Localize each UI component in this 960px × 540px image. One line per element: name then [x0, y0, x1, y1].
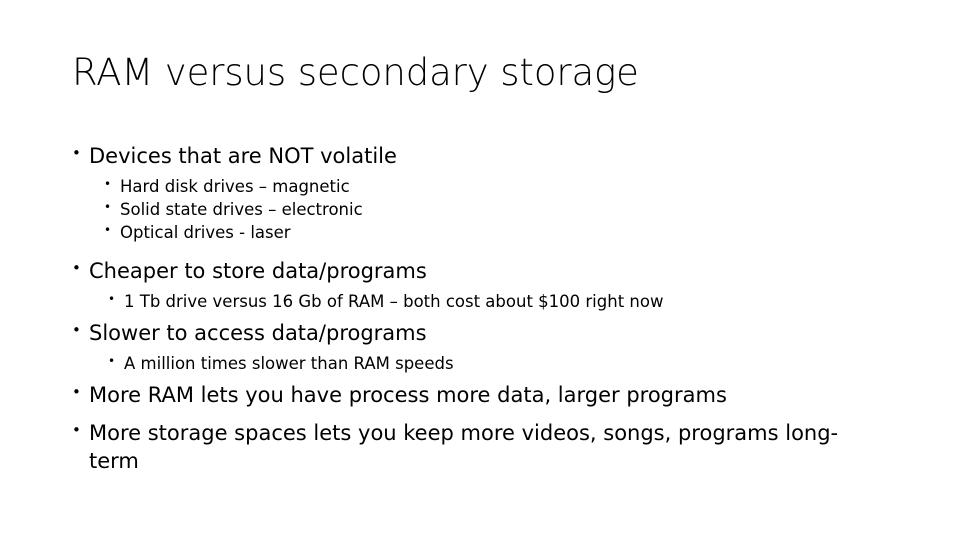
bullet-text-line-2: term	[89, 449, 139, 474]
bullet-item-slower-to-access: • Slower to access data/programs	[72, 319, 888, 347]
bullet-item-million-times-slower: • A million times slower than RAM speeds	[72, 353, 888, 375]
bullet-item-solid-state-drives: • Solid state drives – electronic	[72, 199, 888, 221]
bullet-text: 1 Tb drive versus 16 Gb of RAM – both co…	[124, 292, 664, 312]
bullet-item-more-ram: • More RAM lets you have process more da…	[72, 381, 888, 409]
bullet-text: Hard disk drives – magnetic	[120, 177, 350, 197]
bullet-marker-icon: •	[72, 421, 81, 440]
bullet-text: A million times slower than RAM speeds	[124, 354, 454, 374]
bullet-text: More storage spaces lets you keep more v…	[89, 419, 888, 475]
bullet-item-devices-not-volatile: • Devices that are NOT volatile	[72, 142, 888, 170]
bullet-item-cheaper-to-store: • Cheaper to store data/programs	[72, 257, 888, 285]
bullet-marker-icon: •	[104, 200, 112, 215]
slide-body: • Devices that are NOT volatile • Hard d…	[72, 142, 888, 475]
bullet-text-line-1: More storage spaces lets you keep more v…	[89, 421, 839, 446]
bullet-marker-icon: •	[72, 258, 81, 277]
bullet-item-hard-disk-drives: • Hard disk drives – magnetic	[72, 176, 888, 198]
bullet-item-more-storage-spaces: • More storage spaces lets you keep more…	[72, 419, 888, 475]
bullet-marker-icon: •	[104, 177, 112, 192]
page-title: RAM versus secondary storage	[72, 51, 639, 94]
bullet-item-1tb-versus-16gb: • 1 Tb drive versus 16 Gb of RAM – both …	[72, 291, 888, 313]
bullet-marker-icon: •	[72, 383, 81, 402]
bullet-marker-icon: •	[104, 223, 112, 237]
bullet-text: Devices that are NOT volatile	[89, 144, 397, 168]
bullet-marker-icon: •	[72, 144, 81, 162]
bullet-marker-icon: •	[108, 292, 116, 307]
bullet-text: Cheaper to store data/programs	[89, 258, 427, 283]
bullet-item-optical-drives: • Optical drives - laser	[72, 222, 888, 244]
bullet-text: More RAM lets you have process more data…	[89, 383, 727, 408]
bullet-text: Solid state drives – electronic	[120, 200, 363, 220]
bullet-marker-icon: •	[72, 321, 81, 339]
bullet-text: Optical drives - laser	[120, 223, 291, 242]
slide: RAM versus secondary storage • Devices t…	[0, 0, 960, 540]
bullet-marker-icon: •	[108, 354, 116, 369]
bullet-text: Slower to access data/programs	[89, 321, 427, 345]
